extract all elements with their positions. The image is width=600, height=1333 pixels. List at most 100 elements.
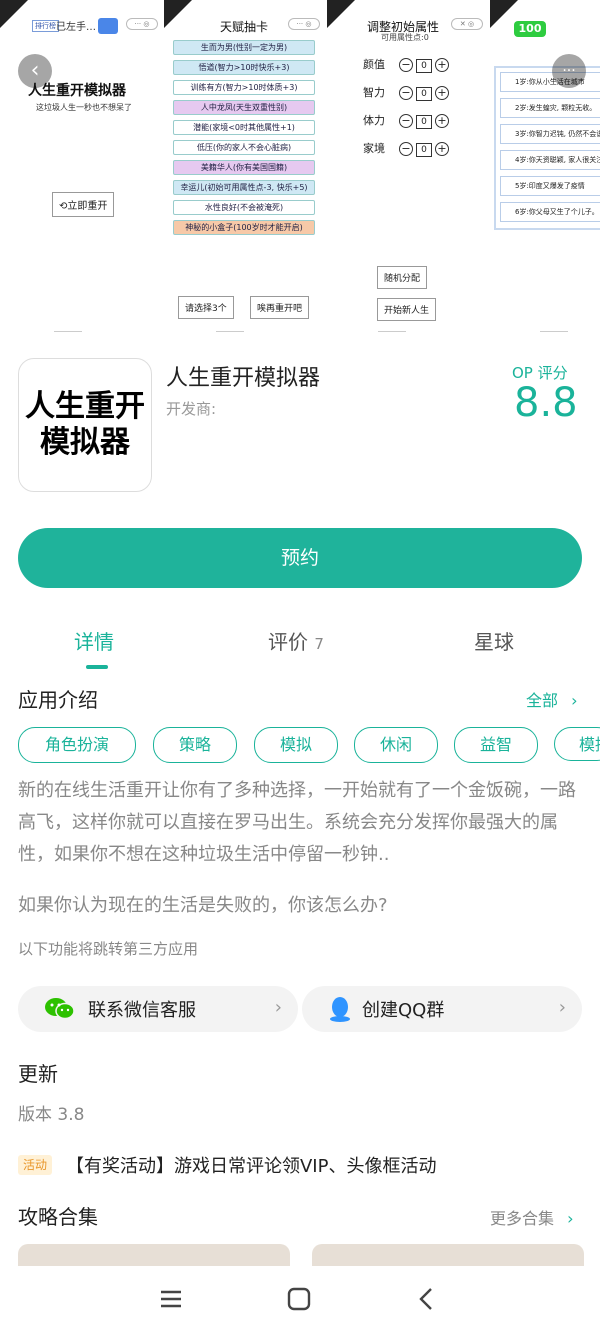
app-icon-line1: 人生重开: [25, 389, 145, 424]
tab-planet[interactable]: 星球: [474, 626, 514, 655]
corner-mark: [327, 0, 355, 28]
start-button: 开始新人生: [377, 298, 437, 321]
menu-capsule: ✕ ◎: [451, 18, 483, 30]
attribute-label: 家境: [363, 142, 385, 155]
score-value: 8.8: [514, 380, 578, 426]
tag[interactable]: 益智: [454, 727, 538, 763]
divider: [216, 331, 244, 332]
talent-list: 生而为男(性别一定为男) 悟道(智力>10时快乐+3) 训练有方(智力>10时体质+…: [164, 40, 324, 240]
qq-label: 创建QQ群: [362, 1000, 445, 1021]
developer-label: 开发商:: [166, 400, 217, 418]
talent-item: 水性良好(不会被淹死): [173, 200, 315, 215]
third-party-note: 以下功能将跳转第三方应用: [18, 940, 199, 958]
life-event: 5岁:印度又爆发了疫情: [500, 176, 600, 196]
talent-item: 人中龙凤(天生双重性别): [173, 100, 315, 115]
talent-item: 低压(你的家人不会心脏病): [173, 140, 315, 155]
divider: [378, 331, 406, 332]
life-event: 3岁:你智力迟钝, 仍然不会说: [500, 124, 600, 144]
minus-icon: −: [399, 58, 413, 72]
menu-icon[interactable]: [156, 1284, 186, 1314]
tag[interactable]: 模拟: [254, 727, 338, 763]
chevron-right-icon: ›: [558, 997, 566, 1018]
attribute-label: 颜值: [363, 58, 385, 71]
all-link[interactable]: 全部 ›: [526, 687, 578, 711]
screenshot-4[interactable]: 100 1岁:你从小生活在城市 2岁:发生蝗灾, 颗粒无收。 3岁:你智力迟钝, 仍…: [490, 0, 600, 330]
attribute-label: 体力: [363, 114, 385, 127]
app-description: 新的在线生活重开让你有了多种选择，一开始就有了一个金饭碗，一路高飞，这样你就可以…: [18, 780, 576, 865]
wechat-icon: [45, 998, 75, 1020]
tab-label: 评价: [268, 630, 308, 654]
screenshot-carousel[interactable]: 排行榜 已左手… ··· ◎ ‹ 人生重开模拟器 这垃圾人生一秒也不想呆了 ⟲立…: [0, 0, 600, 340]
corner-mark: [0, 0, 28, 28]
rank-label: 排行榜: [32, 20, 59, 32]
attribute-row: 智力 −0 +: [363, 84, 452, 101]
attribute-value: 0: [416, 115, 432, 129]
tab-details[interactable]: 详情: [74, 626, 114, 655]
qq-group-button[interactable]: 创建QQ群 ›: [302, 986, 582, 1032]
update-title: 更新: [18, 1062, 58, 1086]
mail-icon: [98, 18, 118, 34]
tag[interactable]: 模拟: [554, 727, 600, 761]
random-button: 随机分配: [377, 266, 428, 289]
carousel-more-icon[interactable]: ···: [552, 54, 586, 88]
talent-item: 潜能(家境<0时其他属性+1): [173, 120, 315, 135]
intro-title: 应用介绍: [18, 688, 98, 712]
reroll-button: 唉再重开吧: [250, 296, 310, 319]
all-label: 全部: [526, 691, 559, 710]
system-nav-bar: [0, 1266, 600, 1333]
attribute-label: 智力: [363, 86, 385, 99]
attribute-row: 体力 −0 +: [363, 112, 452, 129]
attribute-value: 0: [416, 87, 432, 101]
plus-icon: +: [435, 142, 449, 156]
qq-icon: [330, 997, 350, 1022]
minus-icon: −: [399, 142, 413, 156]
talent-item: 生而为男(性别一定为男): [173, 40, 315, 55]
guide-thumbnail[interactable]: [312, 1244, 584, 1266]
attribute-row: 家境 −0 +: [363, 140, 452, 157]
status-text: 已左手…: [56, 22, 96, 33]
talent-title: 天赋抽卡: [219, 20, 268, 34]
attribute-value: 0: [416, 143, 432, 157]
activity-link[interactable]: 【有奖活动】游戏日常评论领VIP、头像框活动: [66, 1152, 436, 1178]
minus-icon: −: [399, 86, 413, 100]
divider: [540, 331, 568, 332]
attribute-subtitle: 可用属性点:0: [381, 33, 429, 42]
talent-item: 幸运儿(初始可用属性点-3, 快乐+5): [173, 180, 315, 195]
home-icon[interactable]: [284, 1284, 314, 1314]
chevron-right-icon: ›: [571, 691, 578, 710]
tag[interactable]: 策略: [153, 727, 237, 763]
guides-title: 攻略合集: [18, 1205, 98, 1229]
tag[interactable]: 角色扮演: [18, 727, 136, 763]
tag[interactable]: 休闲: [354, 727, 438, 763]
restart-button: ⟲立即重开: [52, 192, 115, 217]
tab-label: 详情: [74, 630, 114, 654]
reserve-button[interactable]: 预约: [18, 528, 582, 588]
screenshot-3[interactable]: 调整初始属性 可用属性点:0 ✕ ◎ 颜值 −0 + 智力 −0 + 体力 −0 + 家境 −0 + …: [327, 0, 487, 330]
restart-label: 立即重开: [67, 201, 108, 212]
plus-icon: +: [435, 86, 449, 100]
chevron-right-icon: ›: [274, 997, 282, 1018]
attribute-value: 0: [416, 59, 432, 73]
menu-capsule: ··· ◎: [126, 18, 158, 30]
life-event: 6岁:你父母又生了个儿子。: [500, 202, 600, 222]
battery-icon: 100: [514, 21, 546, 37]
choose-button: 请选择3个: [178, 296, 234, 319]
intro-question: 如果你认为现在的生活是失败的，你该怎么办?: [18, 895, 388, 916]
tab-label: 星球: [474, 630, 514, 654]
more-collections-link[interactable]: 更多合集 ›: [490, 1205, 574, 1229]
plus-icon: +: [435, 114, 449, 128]
talent-item: 训练有方(智力>10时体质+3): [173, 80, 315, 95]
tab-reviews[interactable]: 评价 7: [268, 626, 324, 655]
review-count: 7: [314, 635, 324, 653]
tab-indicator: [86, 665, 108, 669]
screenshot-1[interactable]: 排行榜 已左手… ··· ◎ ‹ 人生重开模拟器 这垃圾人生一秒也不想呆了 ⟲立…: [0, 0, 160, 330]
life-event: 4岁:你天资聪颖, 家人很关注习。: [500, 150, 600, 170]
back-icon[interactable]: [412, 1284, 442, 1314]
wechat-label: 联系微信客服: [88, 1000, 196, 1021]
wechat-service-button[interactable]: 联系微信客服 ›: [18, 986, 298, 1032]
screenshot-2[interactable]: ··· ◎ 天赋抽卡 生而为男(性别一定为男) 悟道(智力>10时快乐+3) 训练有…: [164, 0, 324, 330]
life-event: 2岁:发生蝗灾, 颗粒无收。: [500, 98, 600, 118]
guide-thumbnail[interactable]: [18, 1244, 290, 1266]
chevron-right-icon: ›: [567, 1209, 574, 1228]
app-icon: 人生重开 模拟器: [18, 358, 152, 492]
